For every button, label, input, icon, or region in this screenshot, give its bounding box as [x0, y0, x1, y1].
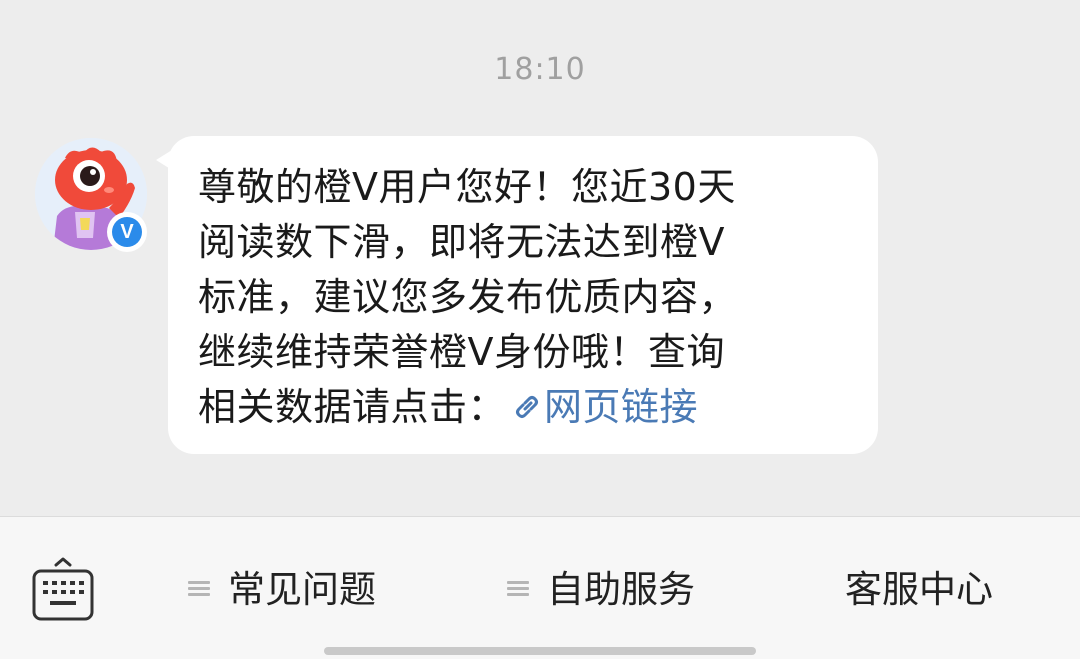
home-indicator[interactable] [324, 647, 756, 655]
web-link[interactable]: 网页链接 [506, 385, 698, 429]
message-line: 继续维持荣誉橙V身份哦！查询 [198, 330, 725, 374]
message-line: 标准，建议您多发布优质内容， [198, 275, 738, 319]
message-line: 尊敬的橙V用户您好！您近30天 [198, 165, 736, 209]
chat-area: 18:10 V 尊敬的橙V用户您好！您近30天 阅读数下滑，即将无法达到橙V 标… [0, 0, 1080, 516]
menu-lines-icon [507, 580, 529, 597]
message-timestamp: 18:10 [494, 52, 586, 87]
keyboard-icon [32, 557, 94, 621]
bottom-menu-bar: 常见问题 自助服务 客服中心 [0, 516, 1080, 659]
link-icon [512, 382, 542, 437]
menu-item-faq[interactable]: 常见问题 [188, 565, 376, 615]
verified-badge: V [107, 212, 147, 252]
menu-lines-icon [188, 580, 210, 597]
menu-item-self-service[interactable]: 自助服务 [507, 565, 695, 615]
web-link-label: 网页链接 [544, 385, 699, 429]
message-line-last: 相关数据请点击： 网页链接 [198, 380, 838, 437]
menu-item-label: 自助服务 [547, 568, 695, 611]
menu-item-customer-service[interactable]: 客服中心 [845, 565, 993, 615]
message-prefix: 相关数据请点击： [198, 385, 507, 429]
menu-item-label: 客服中心 [845, 568, 993, 611]
keyboard-toggle-button[interactable] [30, 557, 96, 623]
menu-item-label: 常见问题 [228, 568, 376, 611]
verified-v-icon: V [112, 217, 142, 247]
message-line: 阅读数下滑，即将无法达到橙V [198, 220, 725, 264]
message-text: 尊敬的橙V用户您好！您近30天 阅读数下滑，即将无法达到橙V 标准，建议您多发布… [198, 160, 838, 437]
